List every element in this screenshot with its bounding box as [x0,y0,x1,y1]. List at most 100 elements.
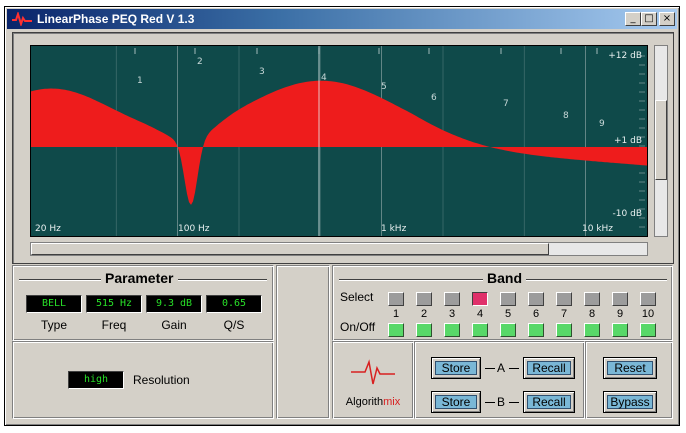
band-number-label: 9 [616,308,624,320]
window-title: LinearPhase PEQ Red V 1.3 [37,12,195,26]
band-number-label: 10 [641,308,655,320]
gain-display[interactable]: 9.3 dB [146,295,202,313]
recall-b-button[interactable]: Recall [523,391,575,413]
title-bar[interactable]: LinearPhase PEQ Red V 1.3 _ □ × [7,9,677,29]
logo-prefix: Algorith [345,396,384,408]
eq-curve [31,80,647,205]
reset-button[interactable]: Reset [603,357,657,379]
horizontal-scroll-thumb[interactable] [31,243,549,255]
band-marker-label: 9 [599,119,605,129]
band-onoff-6-toggle[interactable] [528,323,544,337]
vertical-scrollbar[interactable] [654,45,668,237]
type-display[interactable]: BELL [26,295,82,313]
band-select-6-button[interactable] [528,292,544,306]
freq-label: 20 Hz [35,224,61,234]
band-select-10-button[interactable] [640,292,656,306]
db-label: -10 dB [613,209,642,219]
band-number-label: 7 [560,308,568,320]
band-number-label: 5 [504,308,512,320]
band-select-5-button[interactable] [500,292,516,306]
maximize-button[interactable]: □ [641,12,657,26]
algorithmix-logo-icon [351,359,395,385]
band-number-label: 4 [476,308,484,320]
band-onoff-5-toggle[interactable] [500,323,516,337]
band-marker-label: 7 [503,99,509,109]
resolution-label: Resolution [133,373,190,387]
band-onoff-2-toggle[interactable] [416,323,432,337]
a-dash-right [509,368,519,369]
band-onoff-10-toggle[interactable] [640,323,656,337]
logo-panel: Algorithmix [332,341,414,419]
qs-label: Q/S [223,318,245,332]
band-marker-label: 3 [259,67,265,77]
band-onoff-9-toggle[interactable] [612,323,628,337]
recall-b-label: Recall [527,395,571,409]
band-onoff-3-toggle[interactable] [444,323,460,337]
band-select-8-button[interactable] [584,292,600,306]
minimize-button[interactable]: _ [625,12,641,26]
plugin-window: LinearPhase PEQ Red V 1.3 _ □ × 1 2 3 4 5 6 7 8… [4,6,680,426]
band-number-label: 8 [588,308,596,320]
band-number-label: 3 [448,308,456,320]
recall-a-label: Recall [527,361,571,375]
close-button[interactable]: × [659,12,675,26]
freq-label: 1 kHz [381,224,407,234]
freq-label: Freq [101,318,127,332]
store-a-label: Store [435,361,477,375]
logo-text: Algorithmix [333,396,413,408]
band-marker-label: 5 [381,82,387,92]
band-onoff-4-toggle[interactable] [472,323,488,337]
b-dash-right [509,402,519,403]
vertical-scroll-thumb[interactable] [655,100,667,180]
band-marker-label: 1 [137,76,143,86]
gain-label: Gain [161,318,187,332]
select-label: Select [340,290,374,304]
type-label: Type [40,318,67,332]
eq-graph[interactable]: 1 2 3 4 5 6 7 8 9 20 Hz 100 Hz 1 kHz 10 kHz +12 dB +1… [30,45,648,237]
logo-suffix: mix [383,396,401,408]
band-onoff-1-toggle[interactable] [388,323,404,337]
reset-label: Reset [607,361,653,375]
band-marker-label: 8 [563,111,569,121]
store-b-button[interactable]: Store [431,391,481,413]
band-marker-label: 6 [431,93,437,103]
band-title: Band [483,270,526,286]
spacer-panel [276,265,330,419]
freq-label: 10 kHz [582,224,613,234]
band-select-3-button[interactable] [444,292,460,306]
horizontal-scrollbar[interactable] [30,242,648,256]
waveform-logo-icon [12,12,32,26]
band-select-2-button[interactable] [416,292,432,306]
band-onoff-7-toggle[interactable] [556,323,572,337]
band-number-label: 6 [532,308,540,320]
recall-a-button[interactable]: Recall [523,357,575,379]
a-dash-left [485,368,495,369]
resolution-display[interactable]: high [68,371,124,389]
frequency-response-plot: 1 2 3 4 5 6 7 8 9 20 Hz 100 Hz 1 kHz 10 kHz +12 dB +1… [31,46,647,236]
band-marker-label: 4 [321,73,327,83]
freq-label: 100 Hz [178,224,210,234]
qs-display[interactable]: 0.65 [206,295,262,313]
band-number-label: 1 [392,308,400,320]
bypass-button[interactable]: Bypass [603,391,657,413]
band-number-label: 2 [420,308,428,320]
onoff-label: On/Off [340,320,376,334]
resolution-panel: high Resolution [12,341,274,419]
bypass-label: Bypass [607,395,653,409]
band-select-4-button[interactable] [472,292,488,306]
band-panel: Band Select On/Off 1 2 3 4 5 6 7 8 9 10 [332,265,673,341]
freq-display[interactable]: 515 Hz [86,295,142,313]
store-a-button[interactable]: Store [431,357,481,379]
eq-display: 1 2 3 4 5 6 7 8 9 20 Hz 100 Hz 1 kHz 10 kHz +12 dB +1… [12,32,674,264]
ab-compare-panel: Store A Recall Store B Recall [414,341,585,419]
band-select-9-button[interactable] [612,292,628,306]
band-select-1-button[interactable] [388,292,404,306]
b-label: B [497,395,506,409]
db-label: +12 dB [608,51,642,61]
parameter-title: Parameter [101,270,178,286]
db-label: +1 dB [614,136,642,146]
band-onoff-8-toggle[interactable] [584,323,600,337]
band-select-7-button[interactable] [556,292,572,306]
b-dash-left [485,402,495,403]
band-marker-label: 2 [197,57,203,67]
